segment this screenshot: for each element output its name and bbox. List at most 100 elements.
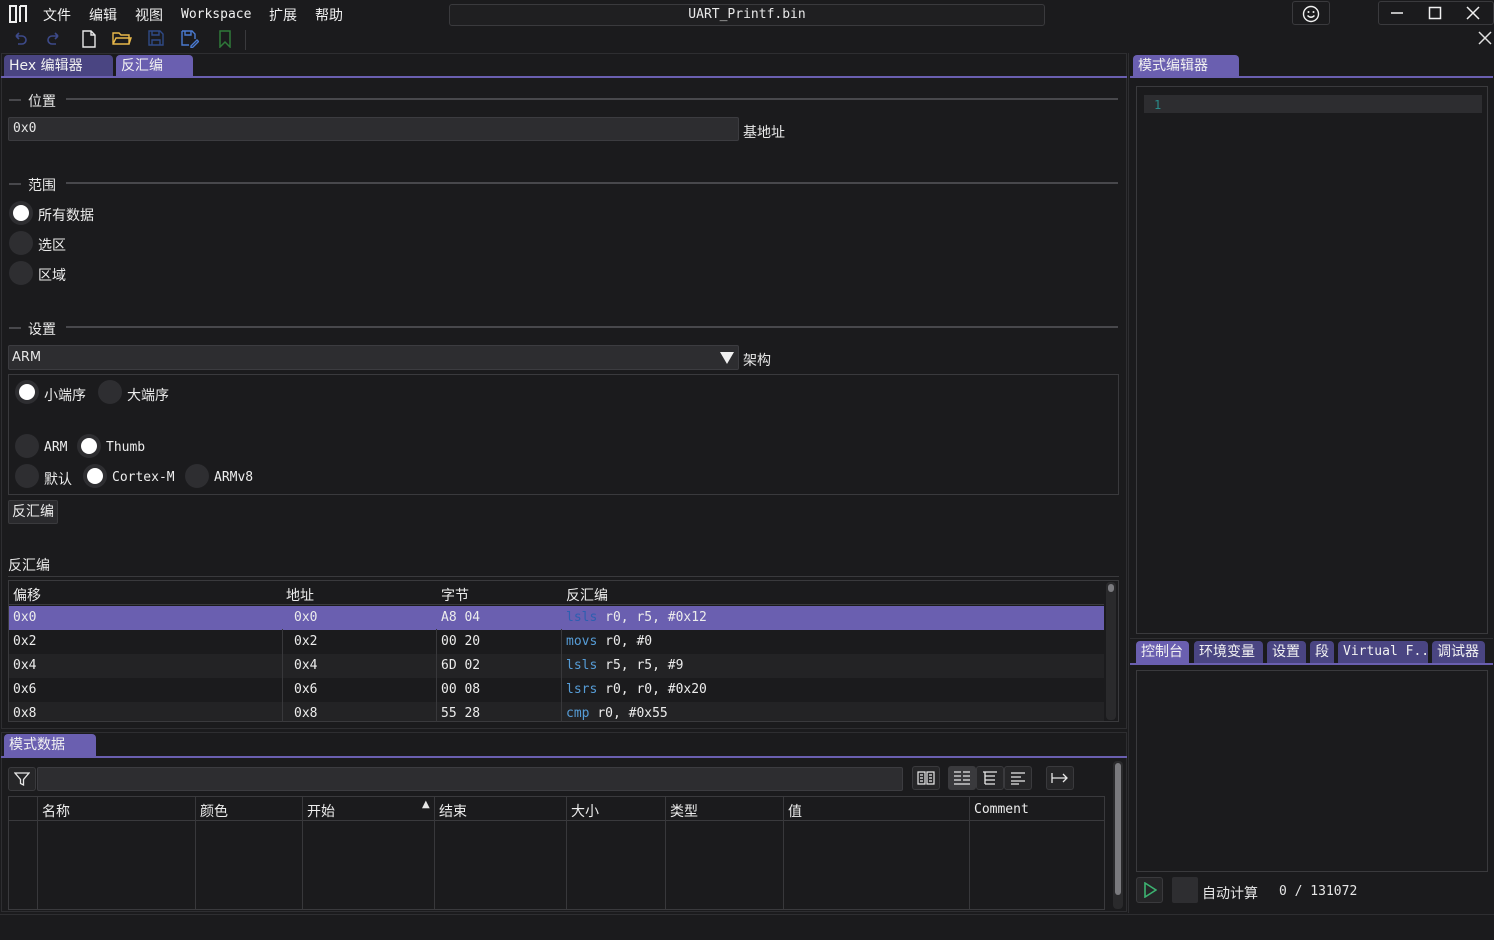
maximize-icon[interactable]: [1416, 1, 1454, 25]
cell-bytes: 55 28: [441, 706, 481, 721]
book-view-icon[interactable]: [912, 766, 940, 790]
radio-cpu-armv8[interactable]: [185, 464, 209, 488]
column-header-end[interactable]: 结束: [439, 801, 467, 821]
line-number: 1: [1154, 98, 1162, 112]
table-row[interactable]: 0x8 0x8 55 28 cmp r0, #0x55: [9, 702, 1104, 721]
radio-selection-label: 选区: [38, 238, 66, 254]
radio-big-endian[interactable]: [98, 380, 122, 404]
menu-extensions[interactable]: 扩展: [269, 5, 297, 25]
close-icon[interactable]: [1454, 1, 1492, 25]
cell-address: 0x4: [294, 658, 318, 673]
minimize-icon[interactable]: [1378, 1, 1416, 25]
radio-selection[interactable]: [9, 231, 33, 255]
tab-virtual-files[interactable]: Virtual F...: [1338, 641, 1437, 663]
tab-settings[interactable]: 设置: [1267, 641, 1306, 663]
cell-operands: r5, r5, #9: [605, 658, 684, 673]
radio-little-endian[interactable]: [15, 380, 39, 404]
radio-cpu-cortex-m[interactable]: [83, 464, 107, 488]
run-pattern-icon[interactable]: [1136, 877, 1163, 903]
tab-console[interactable]: 控制台: [1136, 641, 1189, 663]
column-header-color[interactable]: 颜色: [200, 801, 228, 821]
menu-edit[interactable]: 编辑: [89, 5, 117, 25]
table-row[interactable]: 0x0 0x0 A8 04 lsls r0, r5, #0x12: [9, 606, 1104, 630]
tab-pattern-data[interactable]: 模式数据: [4, 734, 96, 756]
new-file-icon[interactable]: [79, 30, 99, 50]
base-address-label: 基地址: [743, 125, 785, 141]
base-address-input[interactable]: 0x0: [8, 117, 739, 141]
disasm-scrollbar-thumb[interactable]: [1108, 584, 1114, 592]
section-dash: [9, 99, 21, 101]
column-header-start[interactable]: 开始: [307, 801, 335, 821]
section-dash: [9, 327, 21, 329]
tab-pattern-editor[interactable]: 模式编辑器: [1133, 55, 1239, 77]
column-header-name[interactable]: 名称: [42, 801, 70, 821]
column-separator: [434, 797, 435, 909]
pattern-progress: 0 / 131072: [1279, 884, 1358, 899]
disassemble-button[interactable]: 反汇编: [8, 500, 58, 524]
tab-sections[interactable]: 段: [1310, 641, 1334, 663]
filter-icon[interactable]: [8, 767, 36, 791]
jump-to-icon[interactable]: [1046, 766, 1074, 790]
feedback-smiley-icon[interactable]: [1292, 1, 1330, 25]
radio-mode-arm-label: ARM: [44, 440, 68, 455]
column-separator: [969, 797, 970, 909]
table-row[interactable]: 0x2 0x2 00 20 movs r0, #0: [9, 630, 1104, 654]
tree-view-icon[interactable]: [976, 766, 1004, 790]
open-folder-icon[interactable]: [112, 30, 132, 50]
section-divider: [66, 326, 1118, 328]
menu-file[interactable]: 文件: [43, 5, 71, 25]
column-header-address[interactable]: 地址: [286, 585, 314, 605]
architecture-select[interactable]: ARM: [8, 345, 739, 370]
align-left-icon[interactable]: [1004, 766, 1032, 790]
menu-help[interactable]: 帮助: [315, 5, 343, 25]
radio-cpu-default[interactable]: [15, 464, 39, 488]
column-header-offset[interactable]: 偏移: [13, 585, 41, 605]
cell-mnemonic: lsrs: [566, 682, 598, 697]
cell-address: 0x8: [294, 706, 318, 721]
radio-all-data[interactable]: [9, 201, 33, 225]
column-header-disassembly[interactable]: 反汇编: [566, 585, 608, 605]
panel-splitter[interactable]: [1128, 53, 1129, 913]
cell-address: 0x0: [294, 610, 318, 625]
column-header-type[interactable]: 类型: [670, 801, 698, 821]
sort-ascending-icon[interactable]: ▲: [422, 799, 430, 810]
cell-address: 0x2: [294, 634, 318, 649]
auto-evaluate-label: 自动计算: [1202, 886, 1258, 902]
table-row[interactable]: 0x4 0x4 6D 02 lsls r5, r5, #9: [9, 654, 1104, 678]
save-as-icon[interactable]: [180, 30, 200, 50]
column-separator: [561, 629, 562, 722]
column-header-bytes[interactable]: 字节: [441, 585, 469, 605]
undo-icon[interactable]: [10, 30, 30, 50]
tab-disassembler[interactable]: 反汇编: [116, 55, 193, 77]
disasm-scrollbar[interactable]: [1106, 582, 1116, 720]
tab-hex-editor[interactable]: Hex 编辑器: [4, 55, 113, 77]
chevron-down-icon[interactable]: [717, 349, 737, 367]
table-row[interactable]: 0x6 0x6 00 08 lsrs r0, r0, #0x20: [9, 678, 1104, 702]
section-range-label: 范围: [28, 178, 56, 194]
column-header-size[interactable]: 大小: [571, 801, 599, 821]
cell-mnemonic: movs: [566, 634, 598, 649]
column-header-comment[interactable]: Comment: [974, 802, 1029, 817]
toolbar-separator: [245, 30, 246, 50]
cell-offset: 0x6: [13, 682, 37, 697]
column-separator: [566, 797, 567, 909]
pattern-code-editor[interactable]: [1136, 86, 1488, 634]
column-separator: [783, 797, 784, 909]
toolbar-close-icon[interactable]: [1478, 29, 1492, 50]
redo-icon[interactable]: [44, 30, 64, 50]
radio-mode-arm[interactable]: [15, 434, 39, 458]
auto-evaluate-checkbox[interactable]: [1172, 877, 1198, 903]
column-header-value[interactable]: 值: [788, 801, 802, 821]
menu-view[interactable]: 视图: [135, 5, 163, 25]
tab-debugger[interactable]: 调试器: [1432, 641, 1485, 663]
menu-workspace[interactable]: Workspace: [181, 7, 251, 22]
pattern-scrollbar-thumb[interactable]: [1115, 763, 1121, 895]
pattern-filter-input[interactable]: [37, 767, 903, 791]
radio-region[interactable]: [9, 261, 33, 285]
radio-mode-thumb[interactable]: [77, 434, 101, 458]
tab-env-vars[interactable]: 环境变量: [1194, 641, 1263, 663]
flat-list-icon[interactable]: [948, 766, 976, 790]
bookmark-icon[interactable]: [215, 30, 235, 50]
cell-mnemonic: lsls: [566, 658, 598, 673]
save-icon[interactable]: [146, 30, 166, 50]
